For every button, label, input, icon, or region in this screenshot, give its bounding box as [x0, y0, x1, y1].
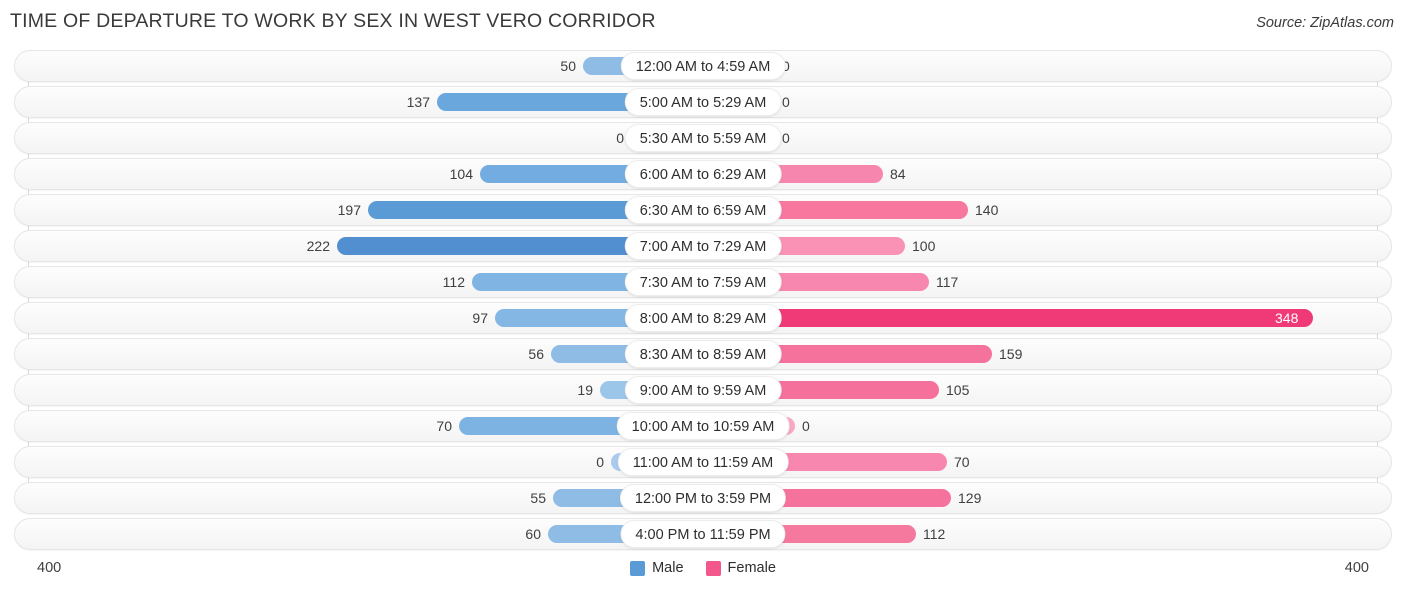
- male-value-label: 197: [337, 202, 361, 218]
- category-label-pill: 10:00 AM to 10:59 AM: [616, 412, 790, 440]
- legend-item[interactable]: Female: [705, 560, 776, 576]
- female-bar: [703, 309, 1313, 327]
- table-row: 197 140 6:30 AM to 6:59 AM: [0, 194, 1406, 226]
- male-value-label: 104: [449, 166, 473, 182]
- female-value-label: 129: [958, 490, 982, 506]
- category-label-pill: 7:00 AM to 7:29 AM: [624, 232, 782, 260]
- male-value-label: 55: [530, 490, 546, 506]
- legend-swatch-icon: [705, 560, 721, 576]
- table-row: 60 112 4:00 PM to 11:59 PM: [0, 518, 1406, 550]
- chart-header: TIME OF DEPARTURE TO WORK BY SEX IN WEST…: [0, 0, 1406, 44]
- female-value-label: 0: [802, 418, 810, 434]
- category-label-pill: 11:00 AM to 11:59 AM: [617, 448, 789, 476]
- table-row: 56 159 8:30 AM to 8:59 AM: [0, 338, 1406, 370]
- category-label-pill: 8:00 AM to 8:29 AM: [624, 304, 782, 332]
- chart-legend: Male Female: [0, 560, 1406, 576]
- female-value-label: 112: [923, 526, 946, 542]
- table-row: 97 348 8:00 AM to 8:29 AM: [0, 302, 1406, 334]
- female-value-label: 348: [1275, 310, 1299, 326]
- source-attribution: Source: ZipAtlas.com: [1256, 15, 1394, 31]
- table-row: 112 117 7:30 AM to 7:59 AM: [0, 266, 1406, 298]
- male-value-label: 137: [406, 94, 430, 110]
- table-row: 50 0 12:00 AM to 4:59 AM: [0, 50, 1406, 82]
- male-value-label: 97: [472, 310, 488, 326]
- male-value-label: 19: [577, 382, 593, 398]
- table-row: 137 0 5:00 AM to 5:29 AM: [0, 86, 1406, 118]
- table-row: 222 100 7:00 AM to 7:29 AM: [0, 230, 1406, 262]
- category-label-pill: 7:30 AM to 7:59 AM: [624, 268, 782, 296]
- legend-label: Male: [652, 560, 684, 576]
- female-value-label: 105: [946, 382, 970, 398]
- chart-footer: 400 400 Male Female: [0, 555, 1406, 595]
- category-label-pill: 12:00 PM to 3:59 PM: [619, 484, 787, 512]
- female-value-label: 100: [912, 238, 936, 254]
- bar-row-list: 50 0 12:00 AM to 4:59 AM 137 0 5:00 AM to 5:2…: [0, 50, 1406, 554]
- male-value-label: 0: [616, 130, 624, 146]
- female-value-label: 117: [936, 274, 959, 290]
- category-label-pill: 5:00 AM to 5:29 AM: [624, 88, 782, 116]
- category-label-pill: 9:00 AM to 9:59 AM: [624, 376, 782, 404]
- category-label-pill: 8:30 AM to 8:59 AM: [624, 340, 782, 368]
- legend-label: Female: [727, 560, 776, 576]
- male-value-label: 56: [528, 346, 544, 362]
- chart-root: TIME OF DEPARTURE TO WORK BY SEX IN WEST…: [0, 0, 1406, 595]
- category-label-pill: 6:00 AM to 6:29 AM: [624, 160, 782, 188]
- female-value-label: 140: [975, 202, 999, 218]
- female-value-label: 159: [999, 346, 1023, 362]
- page-title: TIME OF DEPARTURE TO WORK BY SEX IN WEST…: [10, 10, 656, 32]
- category-label-pill: 4:00 PM to 11:59 PM: [620, 520, 786, 548]
- table-row: 0 0 5:30 AM to 5:59 AM: [0, 122, 1406, 154]
- legend-item[interactable]: Male: [630, 560, 684, 576]
- male-value-label: 112: [442, 274, 465, 290]
- male-value-label: 50: [560, 58, 576, 74]
- table-row: 0 70 11:00 AM to 11:59 AM: [0, 446, 1406, 478]
- male-value-label: 0: [596, 454, 604, 470]
- category-label-pill: 6:30 AM to 6:59 AM: [624, 196, 782, 224]
- table-row: 55 129 12:00 PM to 3:59 PM: [0, 482, 1406, 514]
- table-row: 19 105 9:00 AM to 9:59 AM: [0, 374, 1406, 406]
- table-row: 104 84 6:00 AM to 6:29 AM: [0, 158, 1406, 190]
- plot-area: 50 0 12:00 AM to 4:59 AM 137 0 5:00 AM to 5:2…: [0, 50, 1406, 555]
- female-value-label: 0: [782, 130, 790, 146]
- female-value-label: 0: [782, 94, 790, 110]
- female-value-label: 84: [890, 166, 906, 182]
- male-value-label: 60: [525, 526, 541, 542]
- female-value-label: 70: [954, 454, 970, 470]
- male-value-label: 70: [436, 418, 452, 434]
- category-label-pill: 12:00 AM to 4:59 AM: [620, 52, 786, 80]
- category-label-pill: 5:30 AM to 5:59 AM: [624, 124, 782, 152]
- table-row: 70 0 10:00 AM to 10:59 AM: [0, 410, 1406, 442]
- legend-swatch-icon: [630, 560, 646, 576]
- male-value-label: 222: [306, 238, 330, 254]
